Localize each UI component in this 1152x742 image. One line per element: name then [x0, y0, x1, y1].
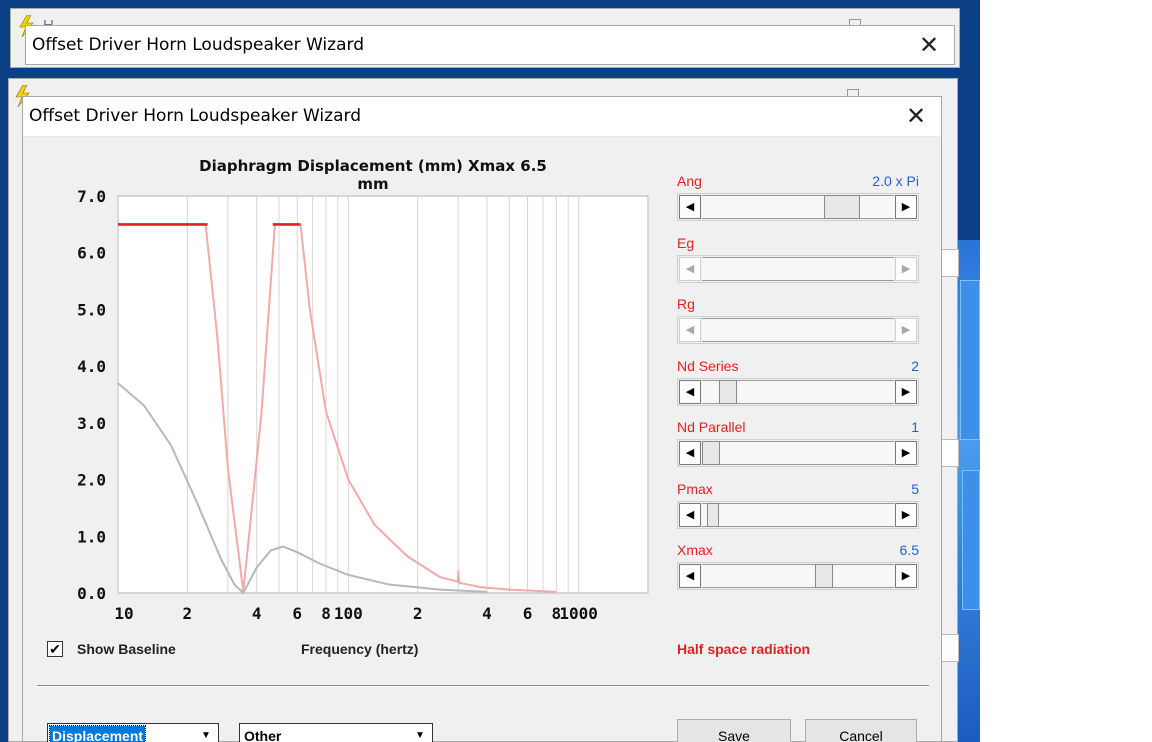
nd-parallel-value: 1 [911, 419, 919, 435]
show-baseline-label[interactable]: Show Baseline [77, 641, 176, 657]
eg-track [702, 256, 894, 281]
eg-label: Eg [677, 234, 695, 251]
save-button[interactable]: Save [677, 719, 791, 742]
view-dropdown-value: Displacement [48, 725, 147, 742]
scroll-right-arrow-icon[interactable]: ▶ [895, 564, 917, 588]
rg-track [702, 318, 894, 342]
xmax-value: 6.5 [899, 542, 919, 558]
horn-wizard-dialog: Offset Driver Horn Loudspeaker Wizard ✕ … [22, 96, 942, 742]
ang-scrollbar[interactable]: ◀ ▶ [677, 193, 919, 221]
scroll-right-arrow-icon: ▶ [895, 318, 917, 342]
close-icon[interactable]: ✕ [914, 30, 944, 60]
scroll-left-arrow-icon[interactable]: ◀ [679, 441, 701, 465]
cancel-button[interactable]: Cancel [805, 719, 917, 742]
nd-series-label: Nd Series [677, 357, 739, 374]
y-tick-label: 2.0 [77, 471, 106, 490]
nd-parallel-scrollbar[interactable]: ◀ ▶ [677, 439, 919, 467]
y-tick-label: 4.0 [77, 357, 106, 376]
rg-label: Rg [677, 296, 695, 312]
scroll-right-arrow-icon[interactable]: ▶ [895, 195, 917, 219]
radiation-mode-text: Half space radiation [677, 641, 811, 657]
eg-scrollbar: ◀ ▶ [677, 254, 919, 283]
show-baseline-checkbox[interactable]: ✔ [47, 641, 63, 657]
show-baseline-option[interactable]: ✔ Show Baseline [47, 641, 176, 657]
ang-label: Ang [677, 173, 702, 189]
pmax-thumb[interactable] [707, 502, 719, 527]
pmax-label: Pmax [677, 480, 713, 497]
other-dropdown-value: Other [244, 728, 282, 742]
xmax-label: Xmax [677, 542, 713, 558]
y-tick-label: 3.0 [77, 414, 106, 433]
divider [37, 685, 929, 686]
nd-series-value: 2 [911, 357, 919, 374]
x-tick-label: 8 [321, 604, 331, 623]
ang-value: 2.0 x Pi [872, 173, 919, 189]
x-tick-label: 6 [523, 604, 533, 623]
y-tick-label: 1.0 [77, 527, 106, 546]
hidden-control-fragment [939, 439, 959, 467]
nd-parallel-thumb[interactable] [702, 441, 720, 465]
x-tick-label: 6 [292, 604, 302, 623]
nd-parallel-track[interactable] [702, 441, 894, 465]
x-tick-label: 2 [183, 604, 193, 623]
x-tick-label: 100 [334, 604, 363, 623]
nd-parallel-label: Nd Parallel [677, 419, 746, 435]
scroll-right-arrow-icon[interactable]: ▶ [895, 502, 917, 527]
close-icon[interactable]: ✕ [901, 101, 931, 131]
scroll-left-arrow-icon: ◀ [679, 256, 701, 281]
scroll-left-arrow-icon[interactable]: ◀ [679, 379, 701, 404]
pmax-track[interactable] [702, 502, 894, 527]
hidden-control-fragment [939, 634, 959, 662]
back-dialog-titlebar[interactable]: Offset Driver Horn Loudspeaker Wizard ✕ [25, 25, 955, 65]
chevron-down-icon[interactable]: ▼ [410, 726, 430, 742]
y-tick-label: 6.0 [77, 244, 106, 263]
x-tick-label: 2 [413, 604, 423, 623]
scroll-right-arrow-icon[interactable]: ▶ [895, 441, 917, 465]
nd-series-scrollbar[interactable]: ◀ ▶ [677, 377, 919, 406]
y-tick-label: 0.0 [77, 584, 106, 603]
scroll-right-arrow-icon[interactable]: ▶ [895, 379, 917, 404]
xmax-thumb[interactable] [815, 564, 833, 588]
dialog-titlebar[interactable]: Offset Driver Horn Loudspeaker Wizard ✕ [23, 97, 941, 137]
x-tick-label: 1000 [559, 604, 598, 623]
scroll-left-arrow-icon[interactable]: ◀ [679, 502, 701, 527]
pmax-value: 5 [911, 480, 919, 497]
view-dropdown[interactable]: Displacement ▼ [47, 723, 219, 742]
other-dropdown[interactable]: Other ▼ [239, 723, 433, 742]
x-tick-label: 4 [252, 604, 262, 623]
rg-scrollbar: ◀ ▶ [677, 316, 919, 344]
x-tick-label: 4 [482, 604, 492, 623]
scroll-left-arrow-icon[interactable]: ◀ [679, 564, 701, 588]
chevron-down-icon[interactable]: ▼ [196, 726, 216, 742]
pmax-scrollbar[interactable]: ◀ ▶ [677, 500, 919, 529]
scroll-right-arrow-icon: ▶ [895, 256, 917, 281]
xmax-scrollbar[interactable]: ◀ ▶ [677, 562, 919, 590]
back-dialog-title: Offset Driver Horn Loudspeaker Wizard [32, 35, 364, 55]
x-axis-title: Frequency (hertz) [301, 641, 419, 657]
scroll-left-arrow-icon: ◀ [679, 318, 701, 342]
nd-series-thumb[interactable] [719, 379, 737, 404]
ang-track[interactable] [702, 195, 894, 219]
y-tick-label: 5.0 [77, 300, 106, 319]
dialog-title: Offset Driver Horn Loudspeaker Wizard [29, 106, 361, 126]
x-tick-label: 10 [114, 604, 133, 623]
windows-logo-pane [962, 470, 980, 610]
hidden-control-fragment [939, 249, 959, 277]
y-tick-label: 7.0 [77, 187, 106, 206]
ang-thumb[interactable] [824, 195, 860, 219]
background-window[interactable]: H... Offset Driver Horn Loudspeaker Wiza… [10, 8, 960, 68]
displacement-chart: 0.01.02.03.04.05.06.07.010 2 4 6 8 100 2 4 6 8100… [77, 187, 649, 623]
scroll-left-arrow-icon[interactable]: ◀ [679, 195, 701, 219]
xmax-track[interactable] [702, 564, 894, 588]
windows-logo-pane [960, 280, 980, 440]
nd-series-track[interactable] [702, 379, 894, 404]
